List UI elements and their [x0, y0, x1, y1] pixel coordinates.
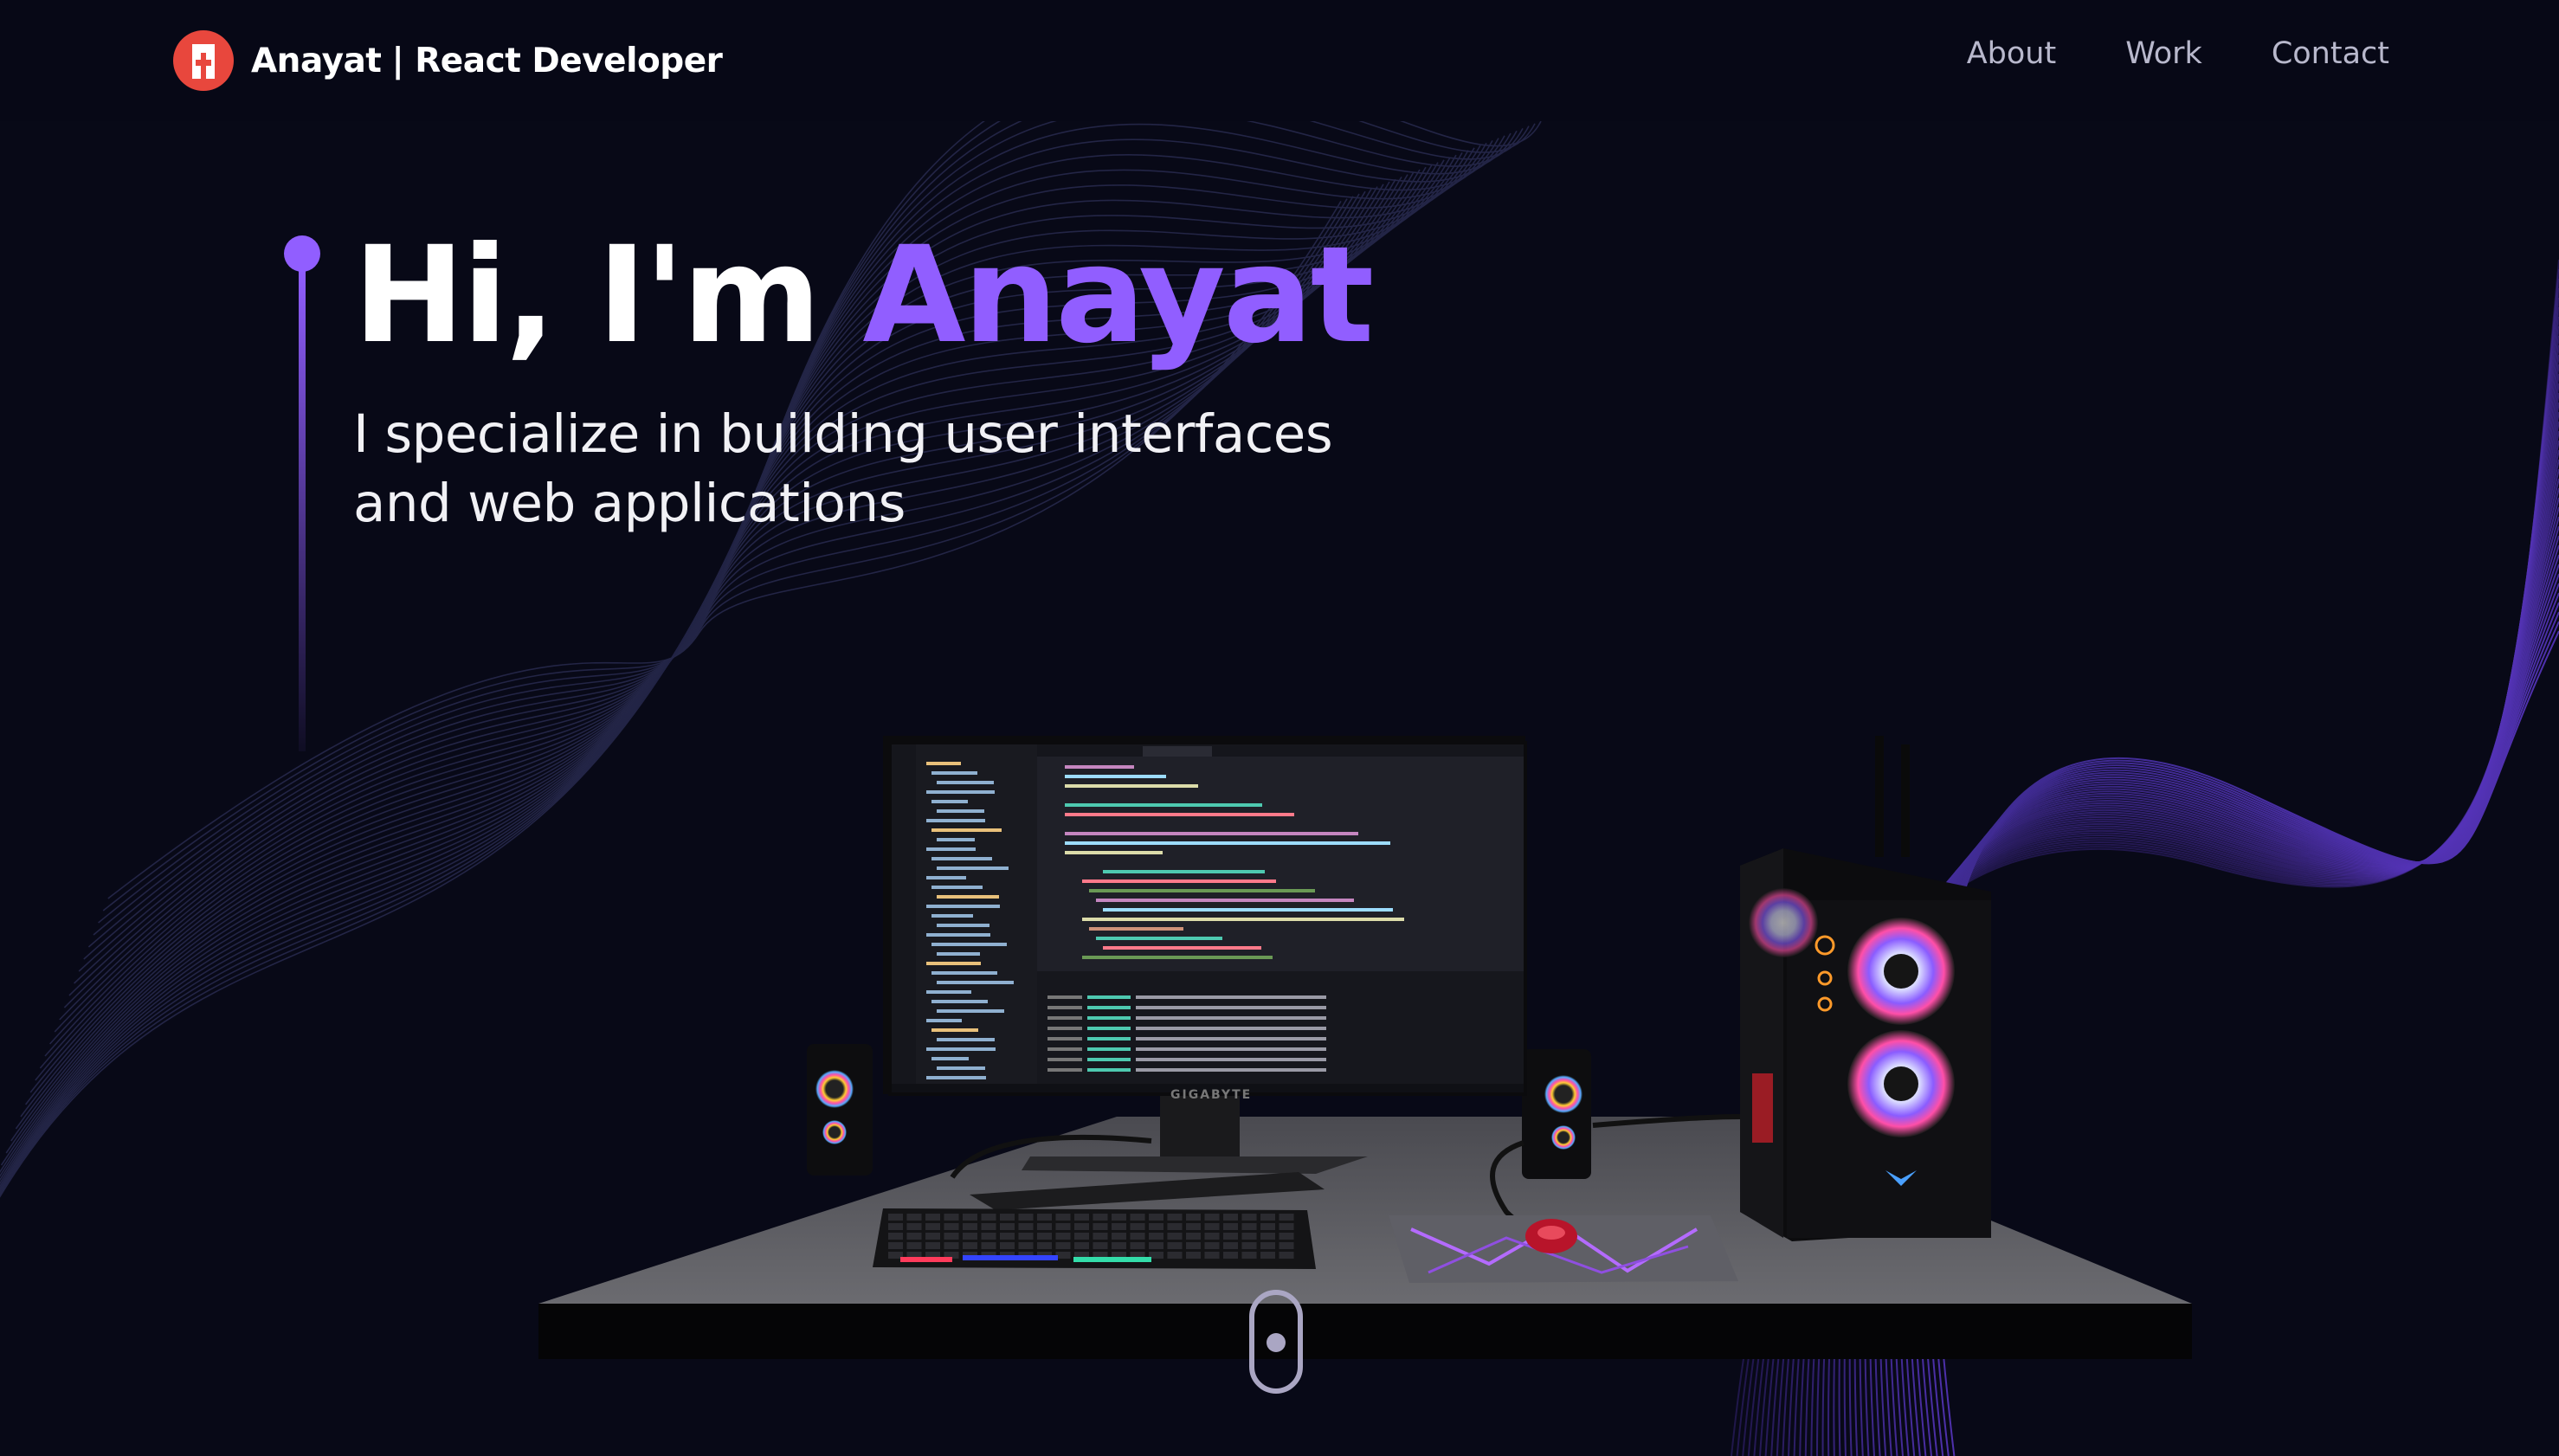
- nav-links: About Work Contact: [1967, 36, 2389, 71]
- scroll-down-indicator[interactable]: [1249, 1290, 1303, 1394]
- nav-link-work[interactable]: Work: [2125, 36, 2202, 71]
- logo-link[interactable]: Anayat | React Developer: [173, 29, 723, 92]
- monitor-code-editor: [888, 741, 1527, 1096]
- logo-name: Anayat: [251, 41, 382, 81]
- hero-greeting: Hi, I'm: [353, 218, 863, 373]
- hero-title: Hi, I'm Anayat: [353, 218, 1374, 374]
- navbar: Anayat | React Developer About Work Conta…: [0, 0, 2559, 121]
- logo-role: | React Developer: [391, 41, 723, 81]
- monitor-brand: GIGABYTE: [1170, 1088, 1253, 1102]
- logo-text: Anayat | React Developer: [251, 41, 723, 81]
- accent-bar: [299, 267, 306, 751]
- nav-link-contact[interactable]: Contact: [2272, 36, 2389, 71]
- hero-name: Anayat: [862, 218, 1374, 373]
- scroll-dot: [1267, 1333, 1286, 1352]
- nav-link-about[interactable]: About: [1967, 36, 2056, 71]
- logo-icon: [173, 30, 234, 91]
- hero-subtitle: I specialize in building user interfaces…: [353, 403, 1333, 534]
